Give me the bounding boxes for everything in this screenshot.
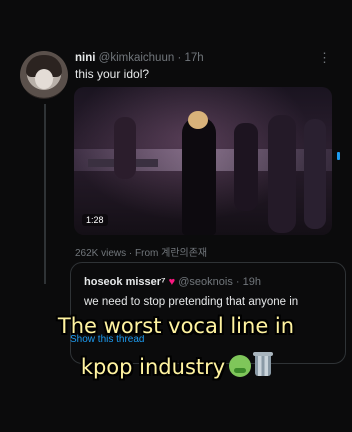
video-figure-far-right — [304, 119, 326, 229]
quoted-tweet-header: hoseok misser⁷ ♥ @seoknois · 19h — [84, 276, 261, 288]
nauseated-face-icon — [229, 355, 252, 377]
quoted-author-handle[interactable]: @seoknois · 19h — [178, 276, 261, 288]
video-timestamp: 1:28 — [82, 214, 108, 226]
tweet-text: this your idol? — [75, 67, 150, 81]
caption-line-1: The worst vocal line in — [57, 314, 295, 338]
caption-line-2-text: kpop industry — [80, 355, 226, 379]
tweet-header: nini @kimkaichuun · 17h — [75, 52, 332, 64]
tweet-time: · 17h — [177, 52, 204, 64]
video-figure-right — [268, 115, 296, 233]
tweet-author-handle[interactable]: @kimkaichuun — [99, 52, 175, 64]
scroll-indicator[interactable] — [337, 152, 340, 160]
heart-icon: ♥ — [168, 276, 176, 288]
tweet-author-name[interactable]: nini — [75, 52, 95, 64]
quoted-tweet-text: we need to stop pretending that anyone i… — [84, 296, 299, 308]
avatar[interactable] — [20, 51, 68, 99]
avatar-face — [35, 69, 53, 89]
video-figure-singer — [182, 117, 216, 235]
view-count: 262K views · From 계란의존재 — [75, 248, 208, 259]
video-figure-left — [114, 117, 136, 179]
video-figure-singer-head — [188, 111, 208, 129]
caption-line-2: kpop industry — [0, 352, 352, 379]
video-figure-middle — [234, 123, 258, 211]
quoted-author-name[interactable]: hoseok misser⁷ — [84, 276, 166, 288]
ellipsis-icon[interactable]: ⋮ — [318, 50, 332, 66]
thread-connector-line — [44, 104, 46, 284]
wastebasket-icon — [253, 352, 274, 376]
video-player[interactable] — [74, 87, 332, 235]
